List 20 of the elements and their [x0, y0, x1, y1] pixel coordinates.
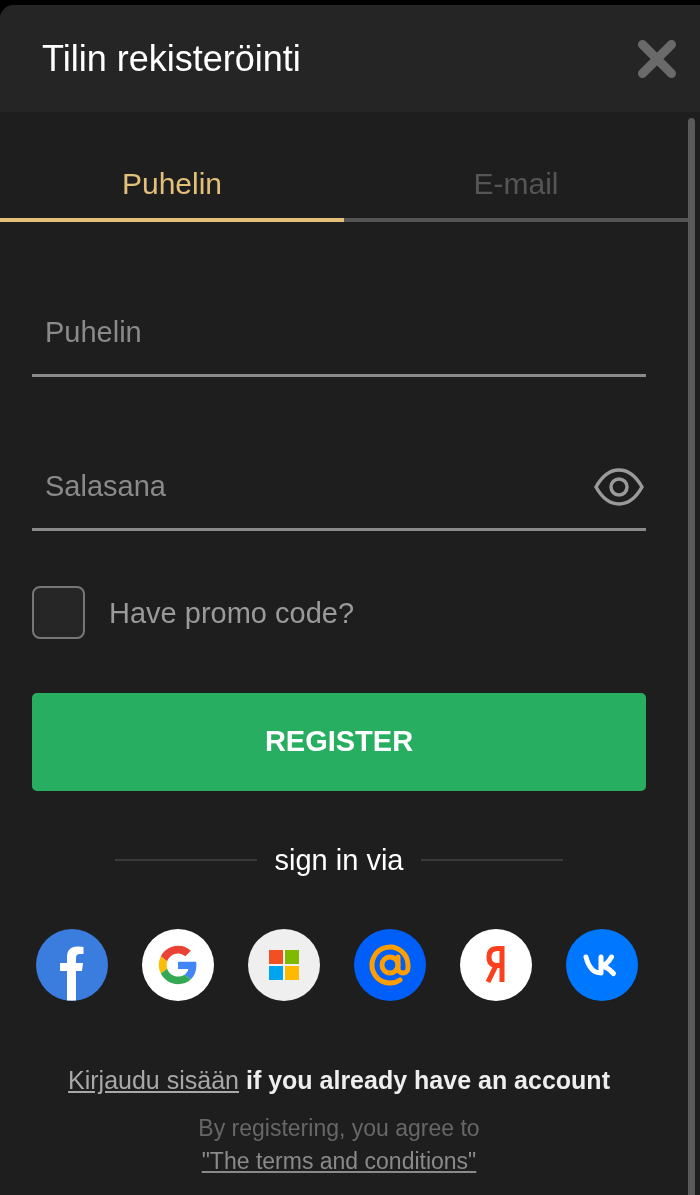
microsoft-icon[interactable] — [248, 929, 320, 1001]
vk-icon[interactable] — [566, 929, 638, 1001]
at-sign-icon[interactable] — [354, 929, 426, 1001]
yandex-icon[interactable] — [460, 929, 532, 1001]
tab[interactable]: Puhelin — [0, 112, 344, 222]
google-icon[interactable] — [142, 929, 214, 1001]
login-prompt-text: if you already have an account — [245, 1066, 610, 1094]
phone-field[interactable]: Puhelin — [32, 290, 646, 377]
terms-link[interactable]: "The terms and conditions" — [201, 1145, 477, 1178]
facebook-icon[interactable] — [36, 929, 108, 1001]
close-icon[interactable] — [638, 39, 676, 78]
promo-label[interactable]: Have promo code? — [109, 594, 355, 631]
dialog-title: Tilin rekisteröinti — [42, 36, 301, 81]
password-field[interactable]: Salasana — [32, 444, 646, 531]
login-link[interactable]: Kirjaudu sisään — [68, 1066, 239, 1094]
scrollbar-thumb[interactable] — [688, 118, 695, 1195]
terms-notice: By registering, you agree to — [198, 1114, 480, 1143]
eye-icon[interactable] — [593, 466, 645, 508]
sign-in-via-label: sign in via — [274, 843, 404, 878]
promo-checkbox[interactable] — [32, 586, 85, 639]
